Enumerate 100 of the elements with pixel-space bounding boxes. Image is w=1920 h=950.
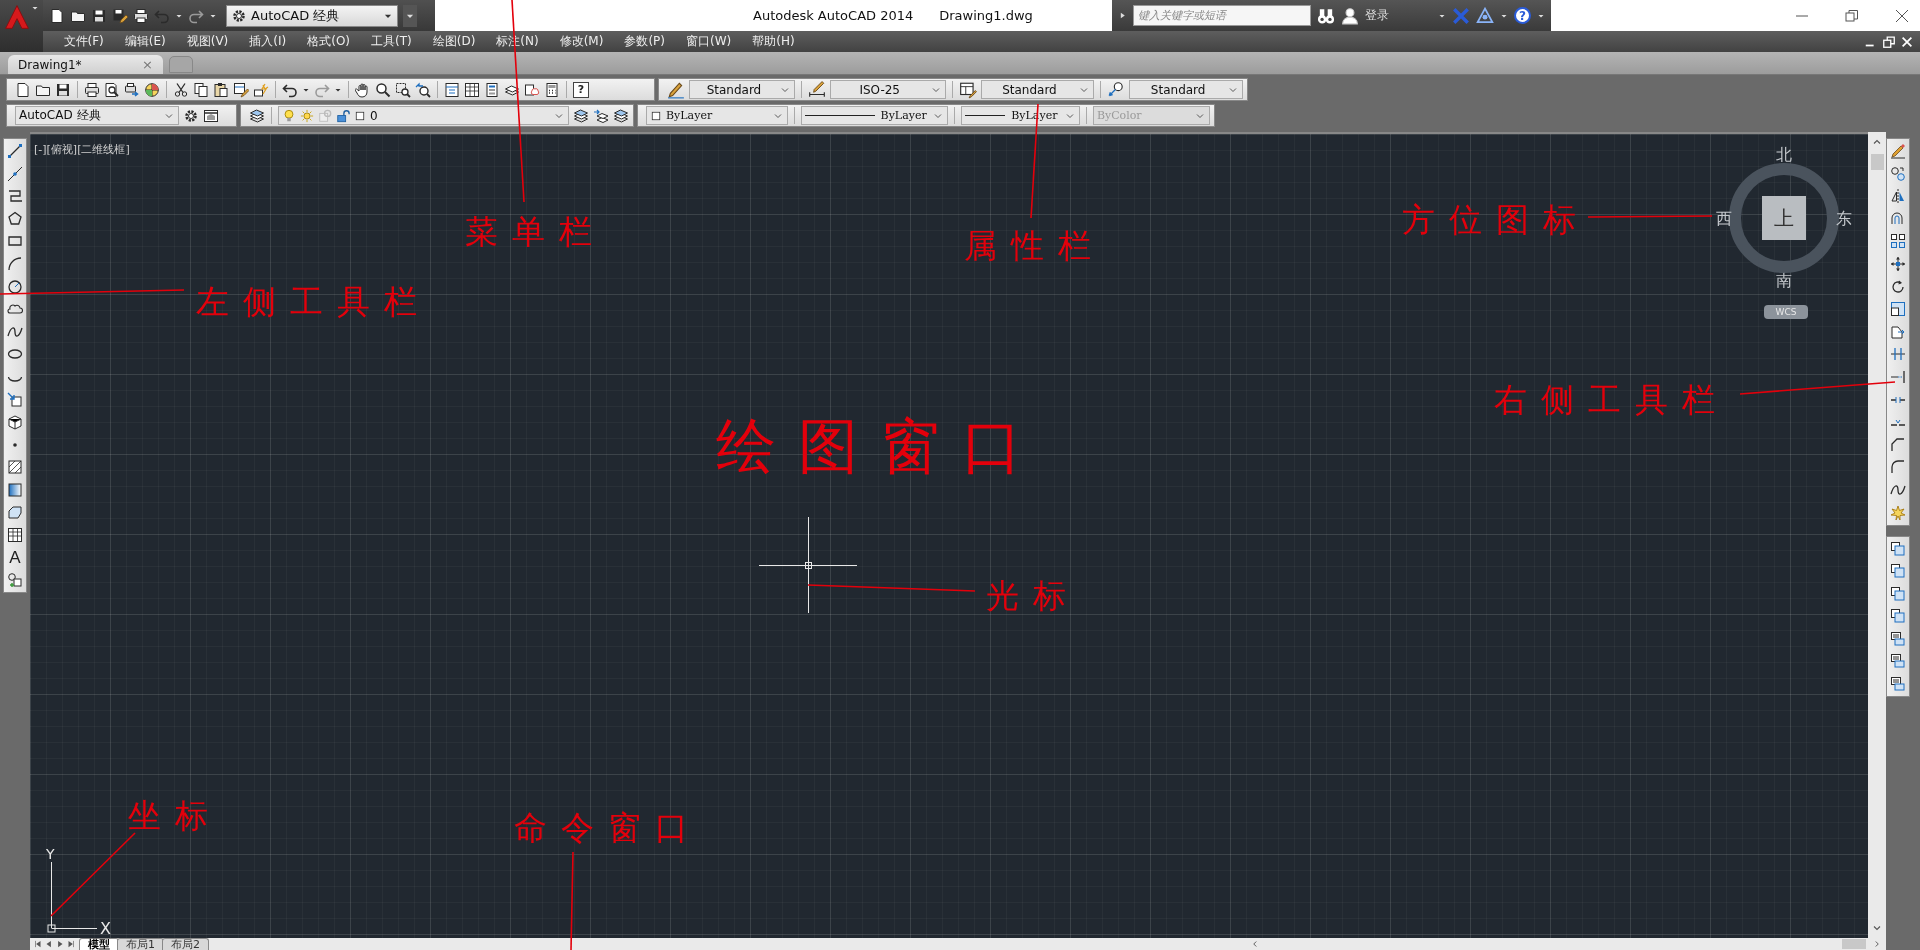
insert-arrow-icon[interactable] [7, 391, 23, 408]
close-icon[interactable] [1900, 34, 1914, 49]
close-icon[interactable] [1894, 7, 1910, 24]
viewport-label[interactable]: [-][俯视][二维线框] [34, 142, 130, 157]
panel-icon[interactable] [444, 81, 460, 98]
polyline-icon[interactable] [7, 188, 23, 205]
scrollbar-thumb[interactable] [1870, 154, 1884, 170]
extend-line-icon[interactable] [1890, 368, 1906, 385]
move-arrows-icon[interactable] [1890, 255, 1906, 272]
first-icon[interactable] [33, 939, 43, 949]
diagonal-line-icon[interactable] [7, 165, 23, 182]
search-field[interactable]: 键入关键字或短语 [1133, 5, 1311, 26]
document-tab[interactable]: Drawing1* × [8, 55, 163, 74]
circular-arrow-icon[interactable] [1890, 278, 1906, 295]
hatched-square-icon[interactable] [7, 459, 23, 476]
stacked-text-icon[interactable] [1890, 630, 1906, 647]
cube-icon[interactable] [7, 414, 23, 431]
copy-icon[interactable] [193, 81, 209, 98]
layer-dropdown[interactable]: 0 [278, 106, 569, 125]
last-icon[interactable] [66, 939, 76, 949]
menu-item[interactable]: 窗口(W) [675, 33, 742, 50]
printer-arrow-icon[interactable] [124, 81, 140, 98]
undo-icon[interactable] [282, 81, 298, 98]
square-icon[interactable] [354, 109, 366, 122]
stacked-text-icon[interactable] [1890, 676, 1906, 693]
menu-item[interactable]: 视图(V) [176, 33, 239, 50]
printer-icon[interactable] [133, 7, 149, 24]
compass-direction[interactable]: 西 [1716, 210, 1732, 228]
multileader-style-dropdown[interactable]: Standard [1129, 80, 1243, 99]
help-button[interactable]: ? [1514, 7, 1531, 24]
page-magnifier-icon[interactable] [104, 81, 120, 98]
table-icon[interactable] [7, 527, 23, 544]
mirror-triangles-icon[interactable] [1890, 188, 1906, 205]
layers-icon[interactable] [249, 107, 265, 124]
color-dropdown[interactable]: ByLayer [646, 106, 789, 125]
two-circles-icon[interactable] [1890, 165, 1906, 182]
viewcube-face[interactable]: 上 [1762, 196, 1806, 240]
dimension-brush-icon[interactable] [807, 80, 826, 99]
floppy-pen-icon[interactable] [112, 7, 128, 24]
restore-icon[interactable] [1844, 7, 1860, 24]
square-grid-icon[interactable] [1890, 233, 1906, 250]
gear-icon[interactable] [231, 7, 247, 24]
zoom-window-icon[interactable] [395, 81, 411, 98]
markup-page-icon[interactable] [524, 81, 540, 98]
outline-shape-icon[interactable] [7, 504, 23, 521]
shapes-plus-icon[interactable] [7, 572, 23, 589]
restore-icon[interactable] [1882, 34, 1896, 49]
burst-icon[interactable] [1890, 504, 1906, 521]
layout-tab[interactable]: 布局1 [117, 938, 164, 950]
globe-icon[interactable] [144, 81, 160, 98]
zoom-icon[interactable] [375, 81, 391, 98]
quick-access-menu-button[interactable] [403, 4, 417, 27]
table-style-dropdown[interactable]: Standard [980, 80, 1095, 99]
printer-icon[interactable] [84, 81, 100, 98]
stacked-rectangles-icon[interactable] [1890, 540, 1906, 557]
gradient-square-icon[interactable] [7, 481, 23, 498]
gear-icon[interactable] [183, 107, 199, 124]
stacked-rectangles-icon[interactable] [1890, 608, 1906, 625]
text-style-dropdown[interactable]: Standard [689, 80, 795, 99]
stacked-rectangles-icon[interactable] [1890, 585, 1906, 602]
layers-icon[interactable] [573, 107, 589, 124]
menu-item[interactable]: 插入(I) [238, 33, 297, 50]
linetype-dropdown[interactable]: ByLayer [801, 106, 948, 125]
caret-icon[interactable] [31, 4, 39, 12]
brush-page-icon[interactable] [233, 81, 249, 98]
circle-icon[interactable] [7, 278, 23, 295]
vertical-scrollbar[interactable] [1868, 132, 1886, 938]
clipboard-icon[interactable] [213, 81, 229, 98]
stacked-text-icon[interactable] [1890, 653, 1906, 670]
user-icon[interactable] [1341, 6, 1359, 25]
dimension-style-dropdown[interactable]: ISO-25 [829, 80, 946, 99]
binoculars-icon[interactable] [1317, 6, 1335, 25]
pencil-icon[interactable] [1890, 143, 1906, 159]
text-tool-button[interactable]: A [9, 549, 21, 566]
workspace-dropdown[interactable]: AutoCAD 经典 [226, 4, 398, 27]
workspace-dropdown[interactable]: AutoCAD 经典 [15, 106, 179, 125]
crossing-lines-icon[interactable] [1890, 346, 1906, 363]
help-button[interactable]: ? [573, 81, 589, 98]
menu-item[interactable]: 参数(P) [613, 33, 676, 50]
calculator-icon[interactable] [544, 81, 560, 98]
compass-direction[interactable]: 南 [1776, 272, 1792, 290]
menu-item[interactable]: 文件(F) [53, 33, 115, 50]
window-icon[interactable] [203, 107, 219, 124]
chamfer-corner-icon[interactable] [1890, 436, 1906, 453]
compass-direction[interactable]: 北 [1776, 146, 1792, 164]
brush-icon[interactable] [667, 80, 685, 99]
blank-page-icon[interactable] [15, 81, 31, 98]
layers-icon[interactable] [613, 107, 629, 124]
spark-block-icon[interactable] [253, 81, 269, 98]
rounded-corner-icon[interactable] [1890, 459, 1906, 476]
layout-tab[interactable]: 布局2 [162, 938, 209, 950]
nested-squares-icon[interactable] [1890, 301, 1906, 318]
table-brush-icon[interactable] [958, 80, 977, 99]
leader-icon[interactable] [1107, 80, 1126, 99]
layout-tab[interactable]: 模型 [79, 938, 119, 950]
zoom-previous-icon[interactable] [415, 81, 431, 98]
menu-item[interactable]: 修改(M) [549, 33, 614, 50]
scissors-icon[interactable] [173, 81, 189, 98]
stacked-rectangles-icon[interactable] [1890, 563, 1906, 580]
menu-item[interactable]: 工具(T) [360, 33, 423, 50]
